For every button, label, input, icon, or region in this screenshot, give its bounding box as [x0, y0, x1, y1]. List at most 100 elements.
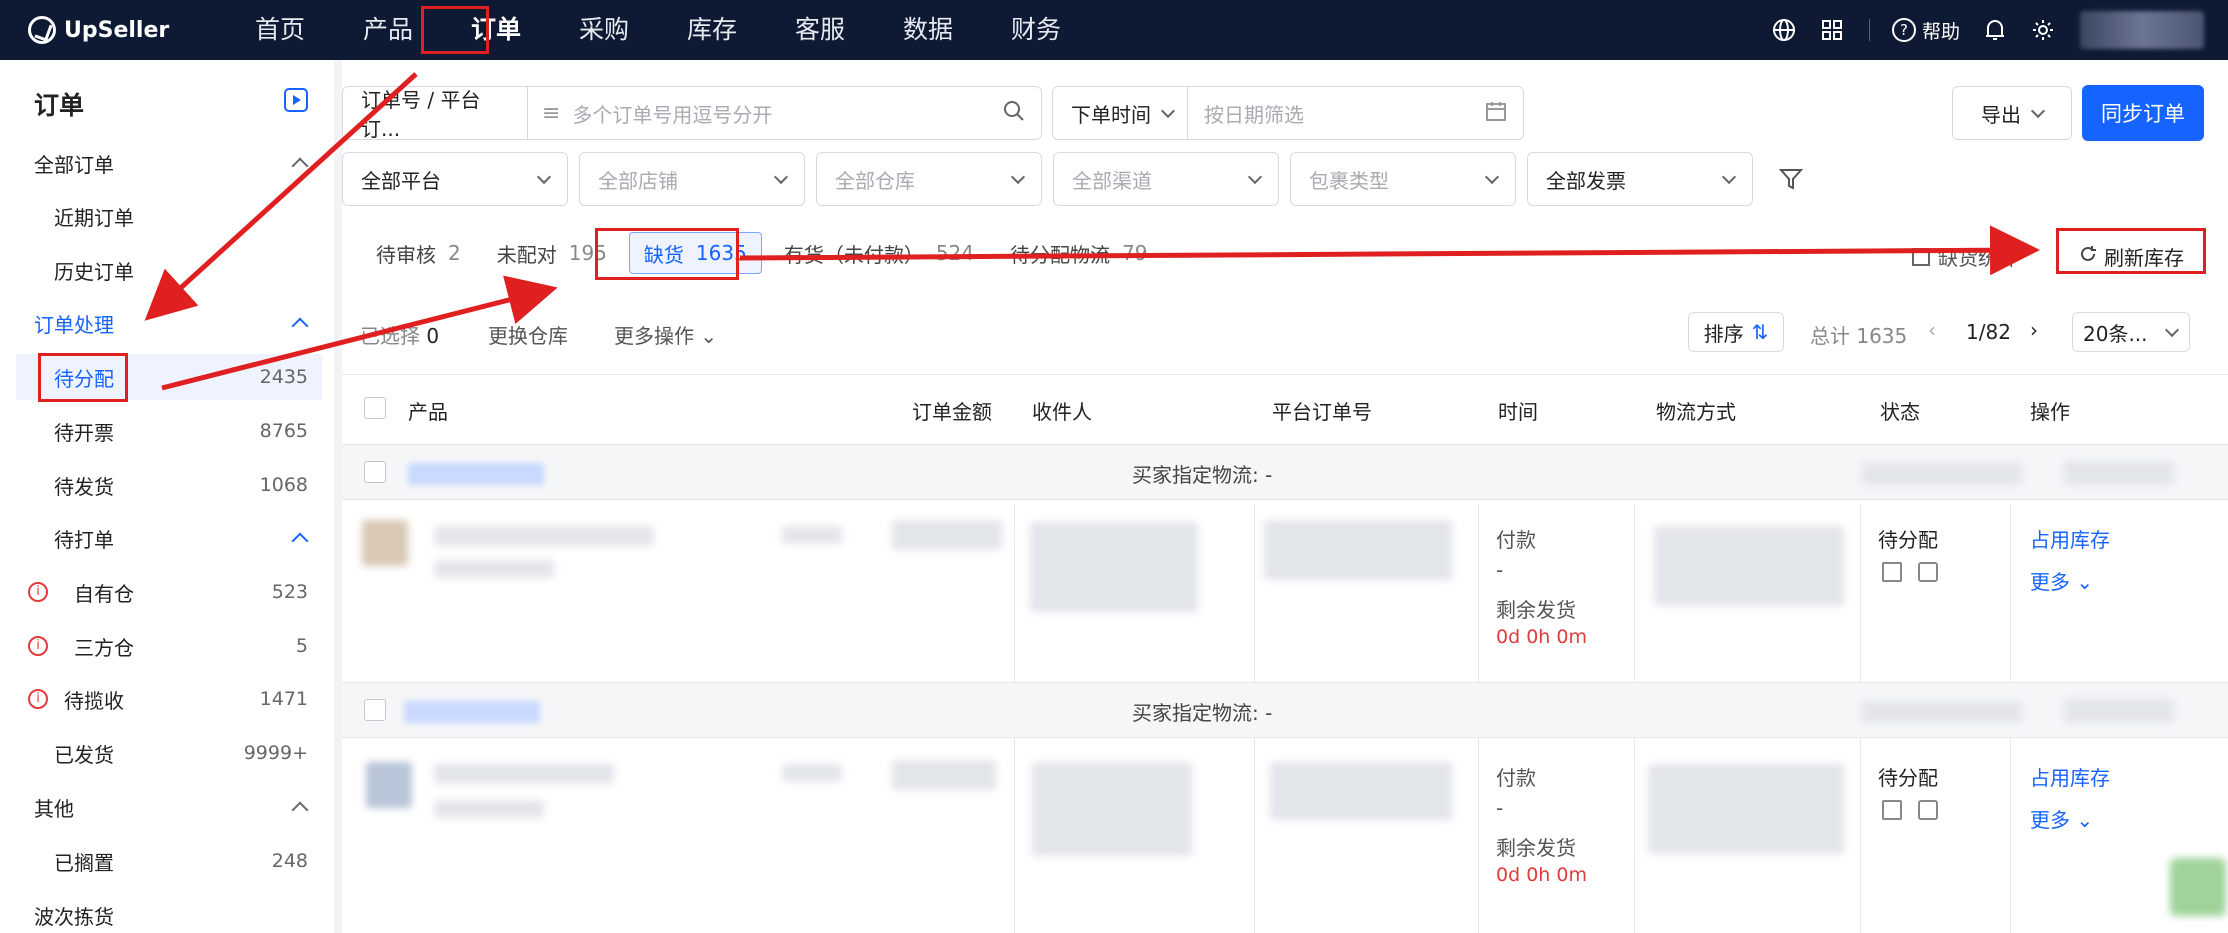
more-actions-link[interactable]: 更多 ⌄ [2030, 804, 2093, 833]
more-operations-button[interactable]: 更多操作 ⌄ [614, 320, 717, 349]
order-number-input[interactable]: 多个订单号用逗号分开 [572, 99, 772, 128]
divider [1014, 742, 1015, 933]
list-icon: ≡ [542, 100, 561, 126]
sidebar-item-own-warehouse[interactable]: i 自有仓 523 [16, 569, 322, 615]
nav-purchase[interactable]: 采购 [550, 8, 658, 52]
tab-label: 待审核 [376, 242, 436, 267]
search-icon[interactable] [1003, 100, 1025, 127]
tab-pending-logistics[interactable]: 待分配物流 79 [996, 232, 1161, 274]
divider [342, 374, 2228, 375]
time-filter-group: 下单时间 按日期筛选 [1052, 86, 1524, 140]
reserve-stock-link[interactable]: 占用库存 [2030, 762, 2110, 791]
blurred-info [1862, 701, 2022, 723]
recipient-blurred [1030, 522, 1198, 612]
stock-stats-link[interactable]: 缺货统计 [1912, 242, 2018, 271]
gear-icon[interactable] [2030, 17, 2056, 43]
nav-finance[interactable]: 财务 [982, 8, 1090, 52]
time-type-select[interactable]: 下单时间 [1071, 99, 1163, 128]
package-type-select[interactable]: 包裹类型 [1290, 152, 1516, 206]
date-filter-input[interactable]: 按日期筛选 [1204, 99, 1304, 128]
more-actions-link[interactable]: 更多 ⌄ [2030, 566, 2093, 595]
tab-count: 524 [935, 241, 975, 265]
sidebar-group-processing[interactable]: 订单处理 [16, 300, 322, 346]
collapse-sidebar-icon[interactable] [284, 88, 308, 112]
remain-label: 剩余发货 [1496, 836, 1576, 860]
highlight-box [38, 353, 128, 402]
export-button[interactable]: 导出 [1952, 86, 2072, 140]
sidebar-item-label: 全部订单 [34, 152, 114, 177]
tab-label: 有货（未付款） [783, 242, 924, 267]
warehouse-value: 全部仓库 [835, 168, 915, 193]
sidebar-item-pending-pickup[interactable]: i 待揽收 1471 [16, 676, 322, 722]
top-right-tools: ? 帮助 [1749, 0, 2204, 60]
floating-widget[interactable] [2170, 858, 2226, 916]
chevron-down-icon [2164, 322, 2180, 338]
status-badge: 待分配 [1878, 766, 1938, 790]
calendar-icon[interactable] [1485, 100, 1507, 127]
platform-select[interactable]: 全部平台 [342, 152, 568, 206]
sidebar-item-label: 待发货 [54, 474, 114, 499]
sidebar-group-all-orders[interactable]: 全部订单 [16, 140, 322, 186]
sidebar-item-history[interactable]: 历史订单 [16, 247, 322, 293]
blurred-info [2064, 461, 2174, 485]
upseller-logo[interactable]: UpSeller [28, 16, 198, 44]
chevron-up-icon [291, 532, 309, 550]
sync-orders-button[interactable]: 同步订单 [2082, 85, 2204, 141]
logistics-blurred [1648, 764, 1844, 854]
shop-select[interactable]: 全部店铺 [579, 152, 805, 206]
sidebar-group-pending-print[interactable]: 待打单 [16, 515, 322, 561]
bell-icon[interactable] [1982, 17, 2008, 43]
quantity-blurred [782, 764, 842, 782]
nav-service[interactable]: 客服 [766, 8, 874, 52]
apps-grid-icon[interactable] [1819, 17, 1845, 43]
sort-button[interactable]: 排序 ⇅ [1688, 312, 1784, 352]
note-icon[interactable] [1918, 800, 1938, 820]
barcode-icon[interactable] [1882, 562, 1902, 582]
change-warehouse-button[interactable]: 更换仓库 [488, 320, 568, 349]
invoice-select[interactable]: 全部发票 [1527, 152, 1753, 206]
platform-value: 全部平台 [361, 168, 441, 193]
sidebar-item-third-party-warehouse[interactable]: i 三方仓 5 [16, 623, 322, 669]
sidebar-item-pending-ship[interactable]: 待发货 1068 [16, 462, 322, 508]
barcode-icon[interactable] [1882, 800, 1902, 820]
chevron-down-icon [1247, 169, 1263, 185]
nav-data[interactable]: 数据 [874, 8, 982, 52]
sidebar-item-shipped[interactable]: 已发货 9999+ [16, 730, 322, 776]
help-button[interactable]: ? 帮助 [1891, 17, 1960, 44]
sidebar-item-wave-picking[interactable]: 波次拣货 [16, 892, 322, 933]
prev-page-icon[interactable]: ‹ [1928, 318, 1936, 342]
sidebar-item-label: 订单处理 [34, 312, 114, 337]
total-count: 总计 1635 [1810, 324, 1908, 348]
next-page-icon[interactable]: › [2030, 318, 2038, 342]
nav-inventory[interactable]: 库存 [658, 8, 766, 52]
globe-icon[interactable] [1771, 17, 1797, 43]
account-avatar[interactable] [2080, 11, 2204, 49]
page-indicator: 1/82 [1966, 320, 2011, 344]
brand-name: UpSeller [64, 17, 170, 43]
selected-count: 已选择 0 [360, 324, 440, 348]
page-size-select[interactable]: 20条... [2072, 312, 2190, 352]
row-checkbox[interactable] [364, 699, 386, 721]
column-header-time: 时间 [1498, 400, 1538, 424]
status-badge: 待分配 [1878, 528, 1938, 552]
nav-home[interactable]: 首页 [226, 8, 334, 52]
sidebar-item-label: 近期订单 [54, 205, 134, 230]
sidebar-item-on-hold[interactable]: 已搁置 248 [16, 838, 322, 884]
tab-in-stock-unpaid[interactable]: 有货（未付款） 524 [770, 232, 988, 274]
sidebar-item-label: 待开票 [54, 420, 114, 445]
filter-icon[interactable] [1778, 166, 1804, 197]
note-icon[interactable] [1918, 562, 1938, 582]
sidebar-item-recent[interactable]: 近期订单 [16, 193, 322, 239]
sidebar-item-pending-invoice[interactable]: 待开票 8765 [16, 408, 322, 454]
sidebar-group-other[interactable]: 其他 [16, 784, 322, 830]
tab-pending-review[interactable]: 待审核 2 [362, 232, 475, 274]
select-all-checkbox[interactable] [364, 397, 386, 419]
row-checkbox[interactable] [364, 461, 386, 483]
time-label: 付款 [1496, 766, 1536, 790]
reserve-stock-link[interactable]: 占用库存 [2030, 524, 2110, 553]
order-type-select[interactable]: 订单号 / 平台订... [361, 84, 511, 142]
sidebar-item-count: 1471 [259, 688, 308, 710]
channel-select[interactable]: 全部渠道 [1053, 152, 1279, 206]
warehouse-select[interactable]: 全部仓库 [816, 152, 1042, 206]
shop-value: 全部店铺 [598, 168, 678, 193]
